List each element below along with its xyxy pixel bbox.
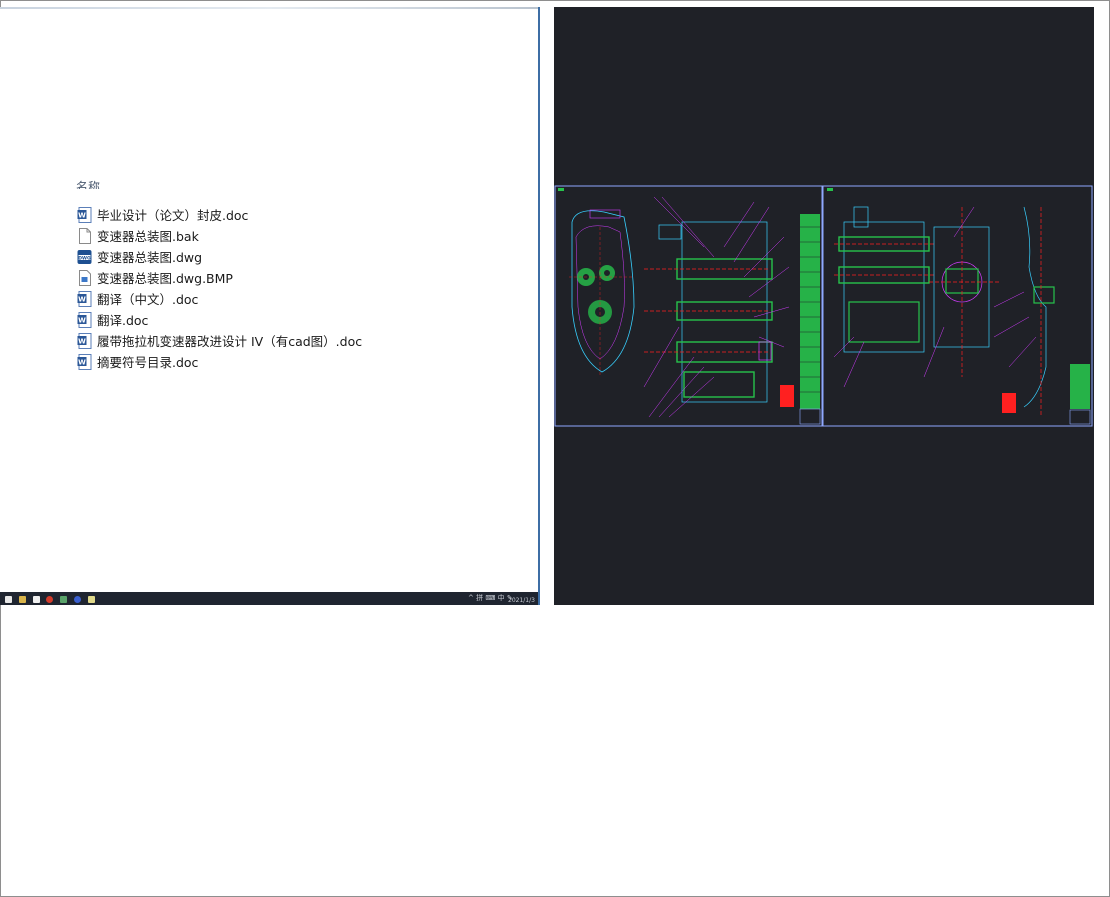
taskbar: ^ 拼 ⌨ 中 ✎ 2021/1/3 bbox=[0, 592, 538, 605]
browser-icon[interactable] bbox=[46, 596, 53, 603]
file-item[interactable]: 变速器总装图.dwg.BMP bbox=[77, 267, 362, 288]
svg-text:W: W bbox=[78, 295, 86, 303]
word-doc-icon: W bbox=[77, 206, 92, 223]
blank-file-icon bbox=[77, 227, 92, 244]
file-name: 变速器总装图.dwg bbox=[97, 250, 203, 265]
file-item[interactable]: W 毕业设计（论文）封皮.doc bbox=[77, 204, 362, 225]
app-icon[interactable] bbox=[74, 596, 81, 603]
start-icon[interactable] bbox=[5, 596, 12, 603]
file-name: 变速器总装图.bak bbox=[97, 229, 199, 244]
file-item[interactable]: W 摘要符号目录.doc bbox=[77, 351, 362, 372]
file-name: 摘要符号目录.doc bbox=[97, 355, 199, 370]
app-icon[interactable] bbox=[88, 596, 95, 603]
svg-text:W: W bbox=[78, 316, 86, 324]
svg-text:W: W bbox=[78, 358, 86, 366]
word-doc-icon: W bbox=[77, 332, 92, 349]
word-doc-icon: W bbox=[77, 311, 92, 328]
image-file-icon bbox=[77, 269, 92, 286]
explorer-icon[interactable] bbox=[19, 596, 26, 603]
file-name: 履带拖拉机变速器改进设计 IV（有cad图）.doc bbox=[97, 334, 363, 349]
svg-text:W: W bbox=[78, 337, 86, 345]
explorer-screenshot: 名称 W 毕业设计（论文）封皮.doc 变速器总装图.bak DWG 变速器总装… bbox=[0, 7, 540, 605]
column-header-name[interactable]: 名称 bbox=[76, 177, 100, 189]
window-right-border bbox=[538, 7, 540, 605]
word-doc-icon: W bbox=[77, 353, 92, 370]
word-doc-icon: W bbox=[77, 290, 92, 307]
file-name: 翻译（中文）.doc bbox=[97, 292, 199, 307]
file-item[interactable]: 变速器总装图.bak bbox=[77, 225, 362, 246]
cad-drawing-image bbox=[554, 185, 1093, 427]
app-icon[interactable] bbox=[33, 596, 40, 603]
file-name: 翻译.doc bbox=[97, 313, 149, 328]
window-top-border bbox=[0, 7, 540, 9]
clock[interactable]: 2021/1/3 bbox=[508, 596, 535, 605]
file-item[interactable]: W 翻译.doc bbox=[77, 309, 362, 330]
system-tray[interactable]: ^ 拼 ⌨ 中 ✎ bbox=[468, 594, 513, 603]
file-name: 毕业设计（论文）封皮.doc bbox=[97, 208, 249, 223]
dwg-file-icon: DWG bbox=[77, 249, 92, 265]
file-item[interactable]: DWG 变速器总装图.dwg bbox=[77, 246, 362, 267]
svg-text:W: W bbox=[78, 211, 86, 219]
svg-text:DWG: DWG bbox=[78, 255, 91, 261]
file-item[interactable]: W 履带拖拉机变速器改进设计 IV（有cad图）.doc bbox=[77, 330, 362, 351]
file-item[interactable]: W 翻译（中文）.doc bbox=[77, 288, 362, 309]
app-icon[interactable] bbox=[60, 596, 67, 603]
file-list: W 毕业设计（论文）封皮.doc 变速器总装图.bak DWG 变速器总装图.d… bbox=[77, 204, 362, 372]
cad-drawing-preview bbox=[554, 7, 1094, 605]
file-name: 变速器总装图.dwg.BMP bbox=[97, 271, 233, 286]
